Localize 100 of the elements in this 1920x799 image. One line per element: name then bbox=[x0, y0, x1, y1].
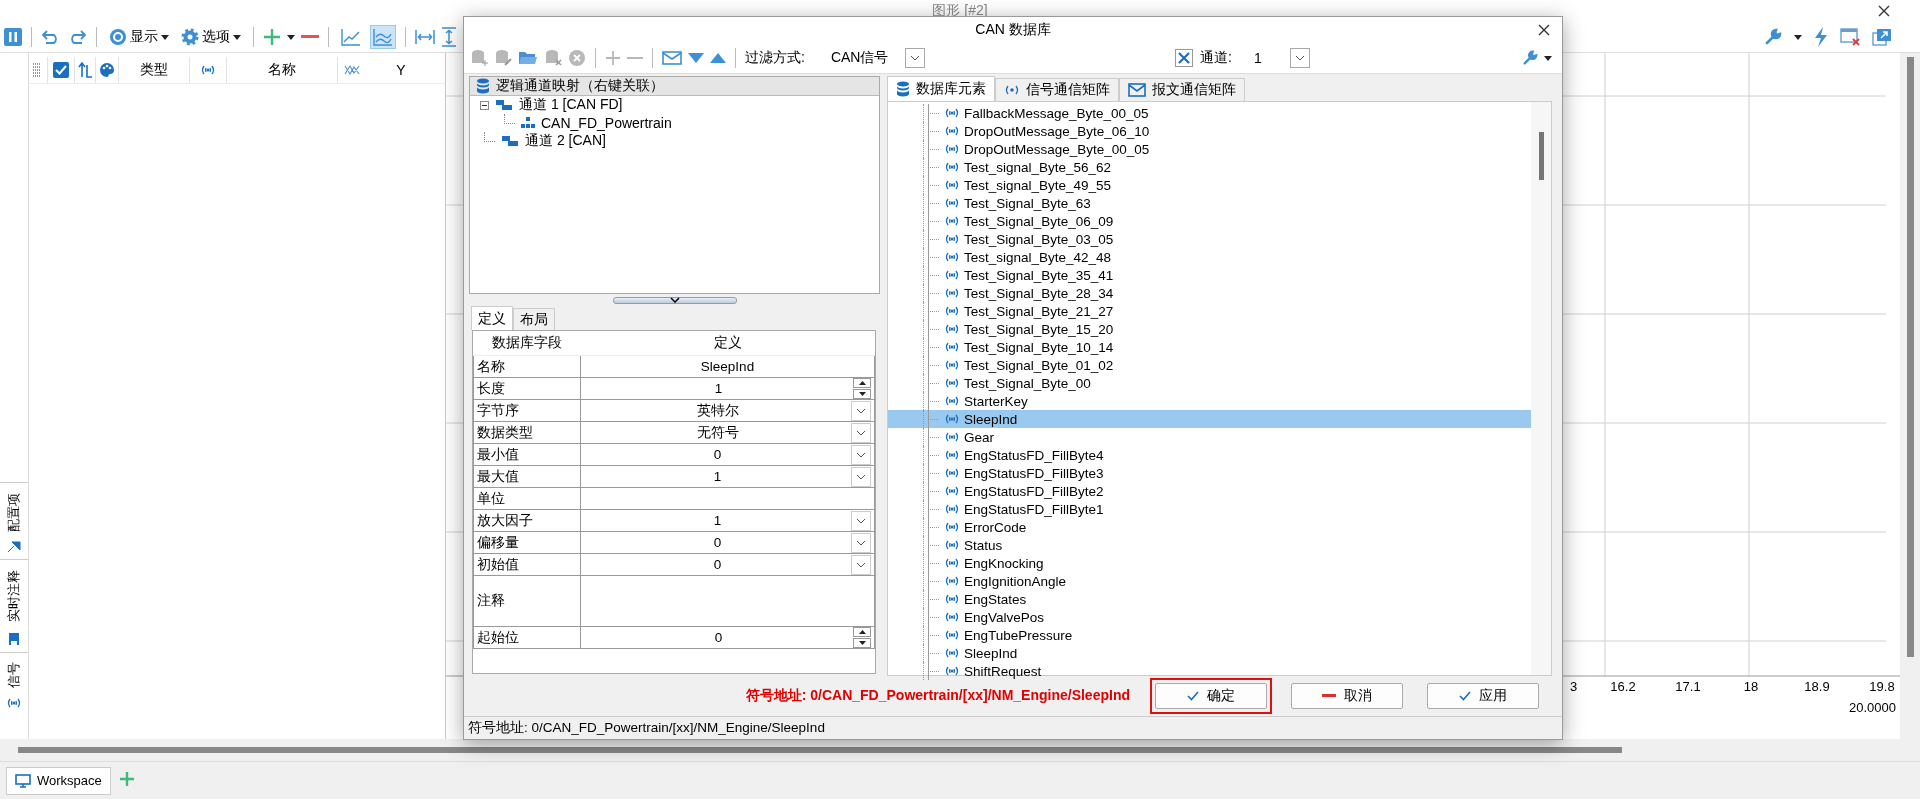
add-icon[interactable] bbox=[605, 50, 621, 66]
caret-icon[interactable] bbox=[161, 34, 169, 40]
tab[interactable]: 报文通信矩阵 bbox=[1119, 78, 1245, 101]
signal-row[interactable]: ErrorCode bbox=[888, 518, 1531, 536]
side-tab[interactable]: 信号 bbox=[4, 662, 23, 688]
caret-icon[interactable] bbox=[287, 34, 295, 40]
pause-icon[interactable] bbox=[4, 28, 22, 46]
display-menu[interactable]: 显示 bbox=[106, 25, 172, 49]
note-field[interactable] bbox=[580, 575, 875, 627]
signal-row[interactable]: Test_Signal_Byte_21_27 bbox=[888, 302, 1531, 320]
collapse-toggle[interactable] bbox=[480, 100, 489, 110]
signal-row[interactable]: FallbackMessage_Byte_00_05 bbox=[888, 104, 1531, 122]
signal-row[interactable]: Test_Signal_Byte_15_20 bbox=[888, 320, 1531, 338]
signal-row[interactable]: EngKnocking bbox=[888, 554, 1531, 572]
signal-row[interactable]: DropOutMessage_Byte_00_05 bbox=[888, 140, 1531, 158]
tab[interactable]: 布局 bbox=[513, 308, 555, 330]
signal-row[interactable]: Test_Signal_Byte_10_14 bbox=[888, 338, 1531, 356]
close-icon[interactable] bbox=[1538, 24, 1550, 36]
scrollbar[interactable] bbox=[18, 747, 1622, 753]
splitter-handle[interactable] bbox=[612, 296, 737, 304]
database-edit-icon[interactable] bbox=[494, 49, 512, 67]
remove-icon[interactable] bbox=[301, 35, 319, 39]
signal-row[interactable]: SleepInd bbox=[888, 410, 1531, 428]
column-header[interactable]: 类型 bbox=[139, 61, 168, 79]
dropdown-field[interactable]: 1 bbox=[580, 509, 875, 532]
palette-icon[interactable] bbox=[98, 62, 115, 78]
arrow-down-icon[interactable] bbox=[858, 641, 866, 645]
dropdown-field[interactable]: 无符号 bbox=[580, 421, 875, 444]
signal-row[interactable]: ShiftRequest bbox=[888, 662, 1531, 680]
dropdown-field[interactable]: 0 bbox=[580, 443, 875, 466]
column-header[interactable]: Y bbox=[396, 62, 406, 78]
scrollbar[interactable] bbox=[1538, 132, 1544, 180]
tab[interactable]: 数据库元素 bbox=[887, 76, 995, 101]
options-menu[interactable]: 选项 bbox=[178, 25, 244, 49]
workspace-tab[interactable]: Workspace bbox=[6, 766, 111, 795]
spin-field[interactable]: 0 bbox=[580, 626, 875, 649]
dropdown-button[interactable] bbox=[1290, 48, 1310, 68]
signal-row[interactable]: EngStatusFD_FillByte3 bbox=[888, 464, 1531, 482]
tab[interactable]: 定义 bbox=[471, 306, 513, 330]
caret-icon[interactable] bbox=[233, 34, 241, 40]
dialog-button[interactable]: 应用 bbox=[1427, 683, 1539, 709]
tree-item[interactable]: CAN_FD_Powertrain bbox=[541, 115, 672, 131]
popout-icon[interactable] bbox=[1872, 28, 1892, 46]
clear-icon[interactable] bbox=[1174, 48, 1195, 68]
envelope-icon[interactable] bbox=[662, 50, 682, 66]
signal-row[interactable]: Test_Signal_Byte_28_34 bbox=[888, 284, 1531, 302]
close-circle-icon[interactable] bbox=[568, 49, 586, 67]
select-all-checkbox[interactable] bbox=[52, 62, 69, 78]
tree-item[interactable]: 通道 2 [CAN] bbox=[525, 132, 606, 150]
database-add-icon[interactable] bbox=[470, 49, 488, 67]
signal-row[interactable]: EngStatusFD_FillByte2 bbox=[888, 482, 1531, 500]
signal-row[interactable]: Test_Signal_Byte_03_05 bbox=[888, 230, 1531, 248]
signal-row[interactable]: EngStatusFD_FillByte1 bbox=[888, 500, 1531, 518]
signal-row[interactable]: EngIgnitionAngle bbox=[888, 572, 1531, 590]
signal-row[interactable]: Test_Signal_Byte_06_09 bbox=[888, 212, 1531, 230]
side-tab[interactable]: 配置项 bbox=[4, 492, 23, 532]
signal-row[interactable]: Test_Signal_Byte_35_41 bbox=[888, 266, 1531, 284]
signal-row[interactable]: EngValvePos bbox=[888, 608, 1531, 626]
database-remove-icon[interactable] bbox=[544, 49, 562, 67]
signal-row[interactable]: EngStates bbox=[888, 590, 1531, 608]
spin-field[interactable]: 1 bbox=[580, 377, 875, 400]
dropdown-field[interactable]: 0 bbox=[580, 553, 875, 576]
signal-row[interactable]: Test_signal_Byte_42_48 bbox=[888, 248, 1531, 266]
tab[interactable]: 信号通信矩阵 bbox=[995, 78, 1119, 101]
signal-row[interactable]: Status bbox=[888, 536, 1531, 554]
lightning-icon[interactable] bbox=[1814, 27, 1828, 47]
arrow-up-icon[interactable] bbox=[858, 381, 866, 385]
dropdown-field[interactable]: 1 bbox=[580, 465, 875, 488]
wrench-icon[interactable] bbox=[1522, 50, 1538, 66]
signal-row[interactable]: Test_Signal_Byte_01_02 bbox=[888, 356, 1531, 374]
dropdown-field[interactable]: 0 bbox=[580, 531, 875, 554]
signal-row[interactable]: SleepInd bbox=[888, 644, 1531, 662]
signal-row[interactable]: Test_Signal_Byte_00 bbox=[888, 374, 1531, 392]
signal-row[interactable]: Test_Signal_Byte_63 bbox=[888, 194, 1531, 212]
side-tab[interactable]: 实时注释 bbox=[4, 570, 23, 622]
arrow-down-icon[interactable] bbox=[858, 392, 866, 396]
sort-icon[interactable] bbox=[77, 62, 92, 78]
scrollbar[interactable] bbox=[1906, 57, 1914, 657]
caret-icon[interactable] bbox=[1794, 34, 1802, 40]
caret-icon[interactable] bbox=[1544, 55, 1552, 61]
dropdown-button[interactable] bbox=[904, 48, 925, 68]
folder-icon[interactable] bbox=[518, 50, 538, 66]
add-icon[interactable] bbox=[263, 28, 281, 46]
tree-item[interactable]: 通道 1 [CAN FD] bbox=[519, 96, 623, 114]
wave-chart-icon[interactable] bbox=[370, 25, 396, 49]
dialog-button[interactable]: 取消 bbox=[1291, 683, 1403, 709]
wrench-icon[interactable] bbox=[1764, 28, 1782, 46]
arrow-up-icon[interactable] bbox=[858, 630, 866, 634]
dialog-button[interactable]: 确定 bbox=[1155, 683, 1267, 709]
dropdown-field[interactable]: 英特尔 bbox=[580, 399, 875, 422]
signal-row[interactable]: EngTubePressure bbox=[888, 626, 1531, 644]
close-window-icon[interactable] bbox=[1840, 28, 1860, 46]
fit-width-icon[interactable] bbox=[415, 29, 435, 45]
signal-row[interactable]: Test_signal_Byte_49_55 bbox=[888, 176, 1531, 194]
close-icon[interactable] bbox=[1878, 4, 1890, 17]
signal-row[interactable]: Test_signal_Byte_56_62 bbox=[888, 158, 1531, 176]
signal-row[interactable]: EngStatusFD_FillByte4 bbox=[888, 446, 1531, 464]
signal-row[interactable]: DropOutMessage_Byte_06_10 bbox=[888, 122, 1531, 140]
column-header[interactable]: 名称 bbox=[267, 61, 296, 79]
fit-height-icon[interactable] bbox=[441, 27, 457, 47]
